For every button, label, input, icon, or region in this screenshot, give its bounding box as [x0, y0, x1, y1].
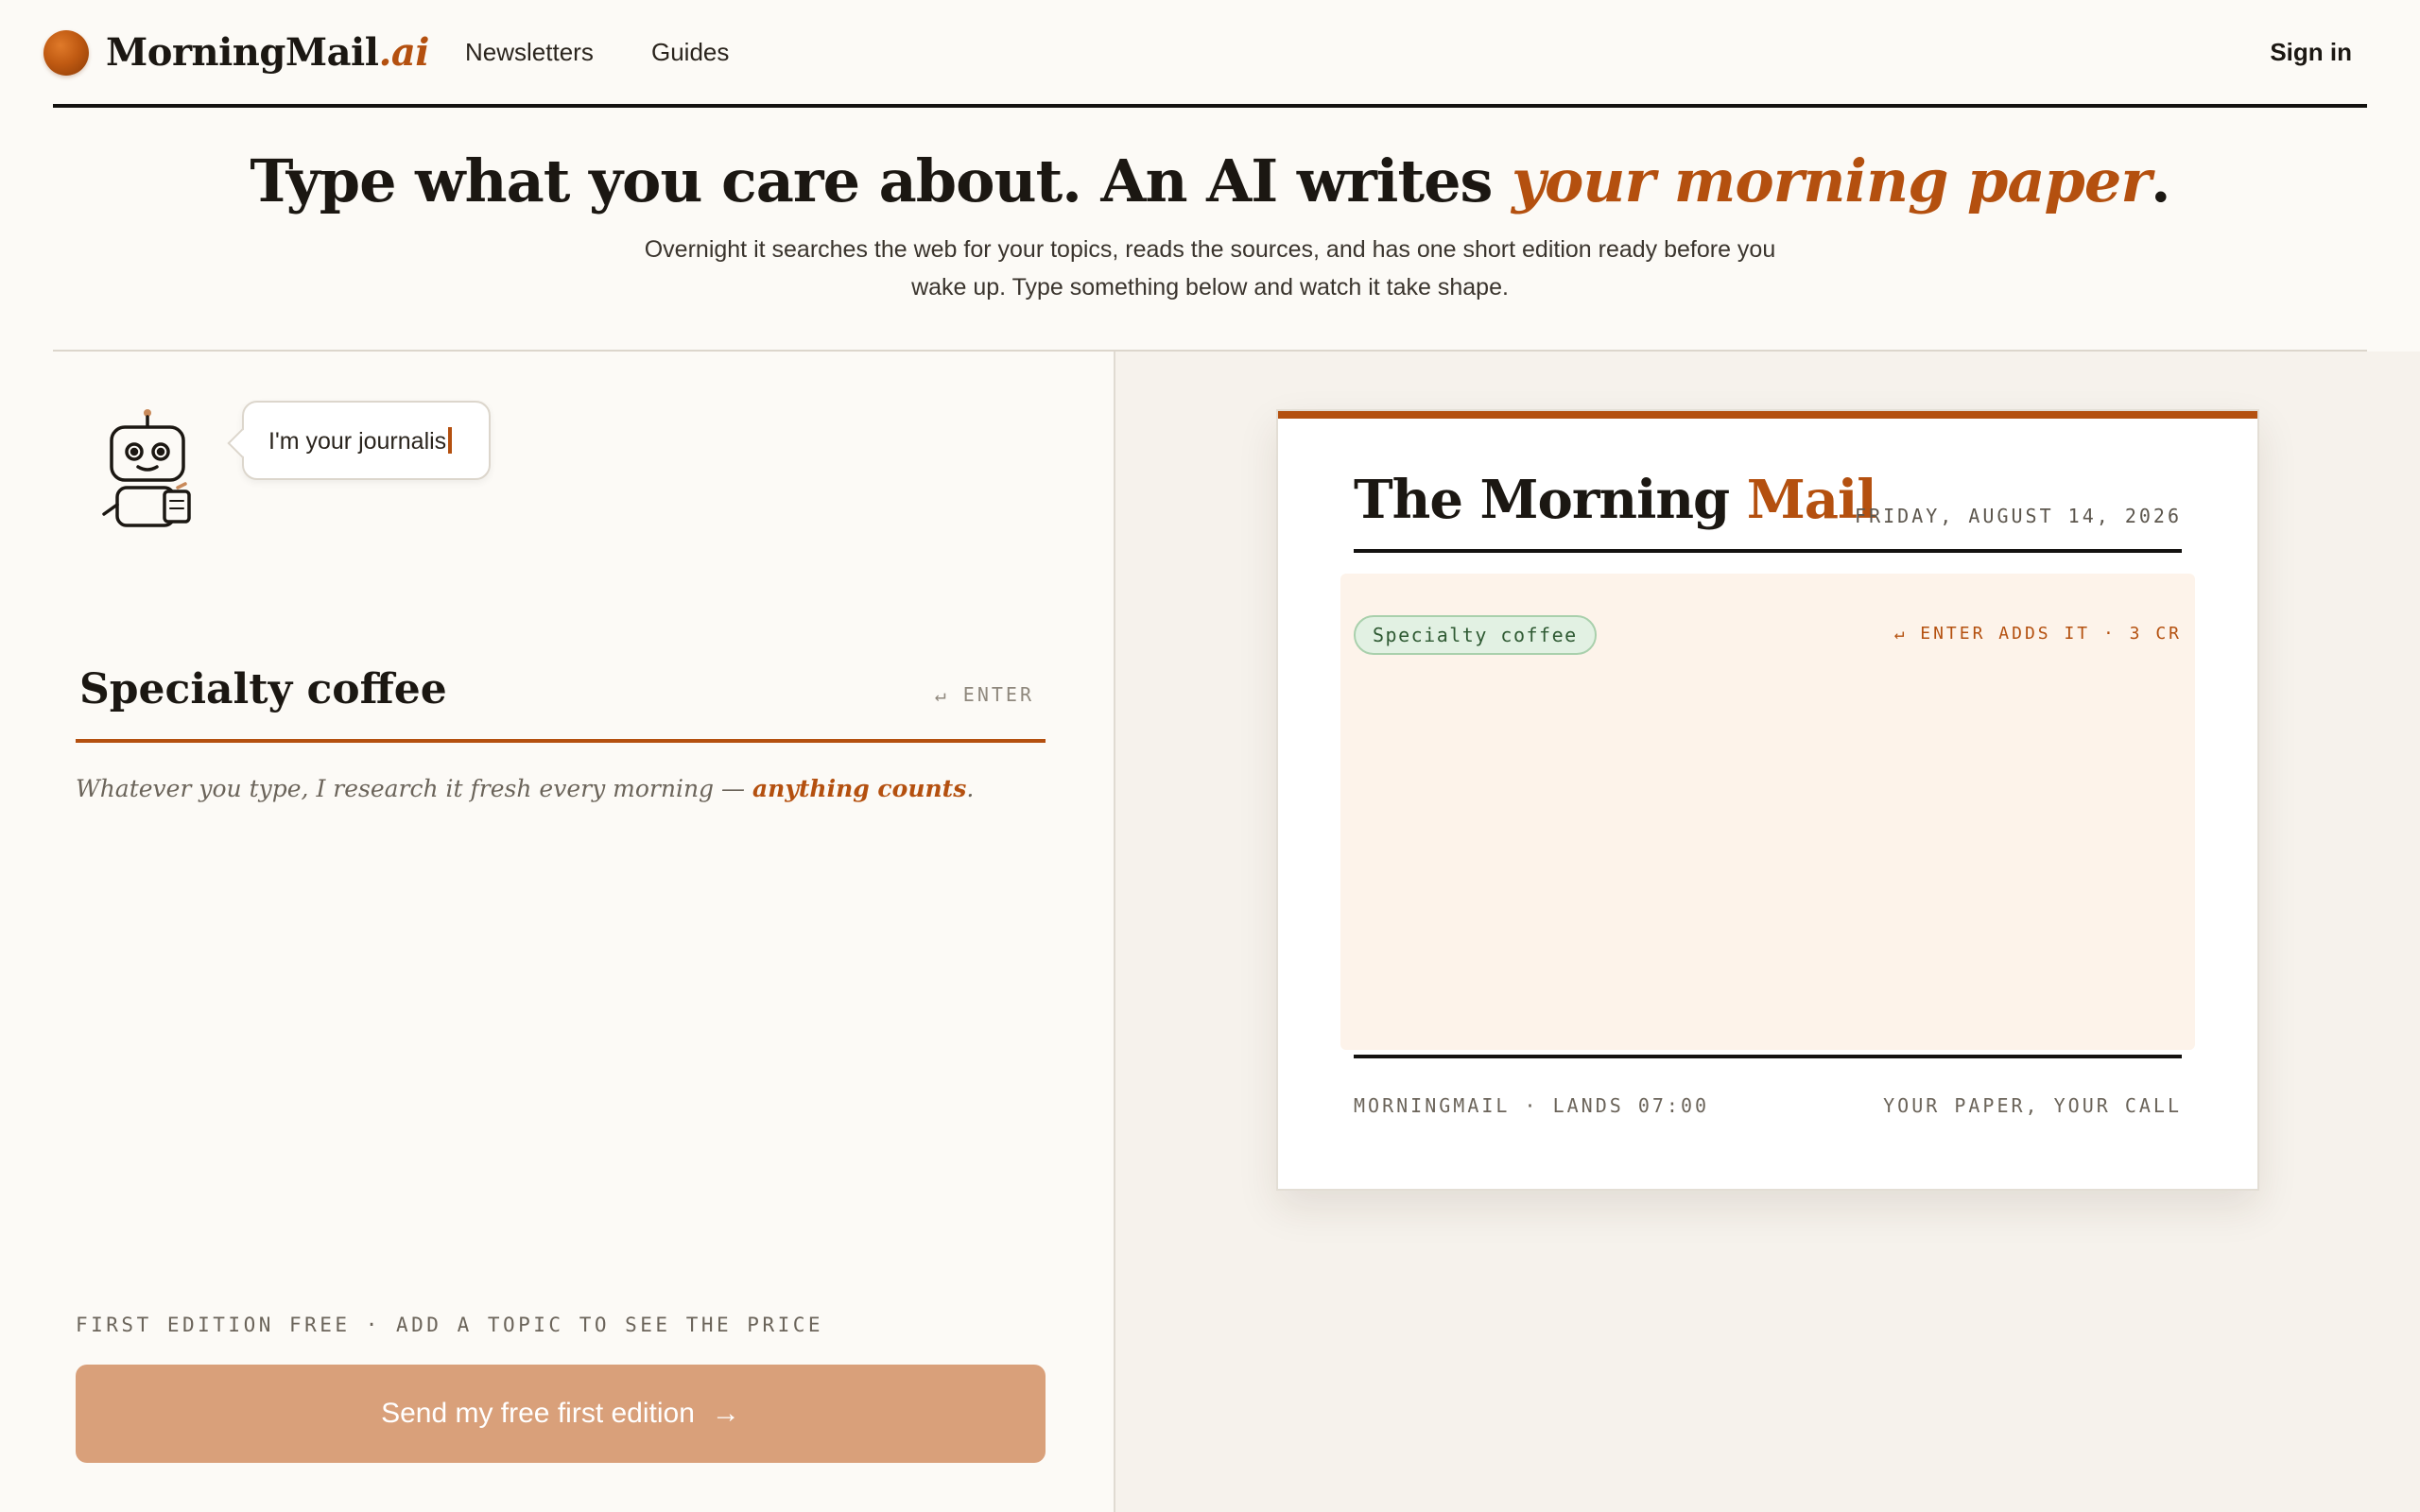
brand-suffix: .ai: [378, 30, 429, 75]
speech-bubble-text: I'm your journalis: [268, 428, 447, 455]
topic-input[interactable]: Specialty coffee ↵ ENTER: [76, 652, 1046, 743]
footer-rule: [1354, 1055, 2182, 1058]
brand-name: MorningMail: [106, 30, 379, 75]
robot-reporter-icon: [102, 409, 191, 527]
paper-masthead: The Morning Mail: [1354, 466, 1877, 534]
anything-counts-link[interactable]: anything counts: [752, 775, 966, 802]
topic-input-value: Specialty coffee: [79, 665, 447, 713]
header-divider: [53, 104, 2367, 108]
paper-footer-right: YOUR PAPER, YOUR CALL: [1883, 1094, 2182, 1117]
hero-subtitle: Overnight it searches the web for your t…: [644, 236, 1776, 301]
masthead-rule: [1354, 549, 2182, 553]
logo-sphere-icon[interactable]: [43, 30, 89, 76]
brand-logo[interactable]: MorningMail.ai: [106, 25, 429, 81]
cta-label: Send my free first edition: [381, 1398, 695, 1429]
sign-in-link[interactable]: Sign in: [2270, 34, 2352, 70]
send-first-edition-button[interactable]: Send my free first edition →: [76, 1365, 1046, 1463]
paper-accent-bar: [1278, 411, 2257, 419]
topic-chip[interactable]: Specialty coffee: [1354, 615, 1597, 655]
nav-link-guides[interactable]: Guides: [651, 34, 729, 70]
paper-masthead-main: The Morning: [1354, 469, 1747, 531]
paper-footer-left: MORNINGMAIL · LANDS 07:00: [1354, 1094, 1710, 1117]
newspaper-preview-card: The Morning Mail FRIDAY, AUGUST 14, 2026…: [1276, 409, 2259, 1191]
topic-helper-text: Whatever you type, I research it fresh e…: [76, 771, 974, 807]
arrow-right-icon: →: [711, 1398, 740, 1429]
hero-headline-accent: your morning paper: [1512, 146, 2152, 215]
hero-headline-end: .: [2151, 146, 2171, 215]
mascot-speech-bubble: I'm your journalis: [242, 401, 491, 480]
typing-caret: [448, 427, 453, 454]
nav-link-newsletters[interactable]: Newsletters: [465, 34, 594, 70]
helper-text-main: Whatever you type, I research it fresh e…: [76, 775, 752, 802]
paper-topics-area: Specialty coffee ↵ ENTER ADDS IT · 3 CR: [1340, 574, 2195, 1050]
hero-headline-main: Type what you care about. An AI writes: [250, 146, 1512, 215]
helper-text-end: .: [966, 775, 975, 802]
enter-adds-hint: ↵ ENTER ADDS IT · 3 CR: [1893, 624, 2182, 644]
paper-date: FRIDAY, AUGUST 14, 2026: [1855, 505, 2182, 527]
hero-headline: Type what you care about. An AI writes y…: [0, 144, 2420, 219]
enter-hint: ↵ ENTER: [934, 683, 1034, 706]
pricing-note: FIRST EDITION FREE · ADD A TOPIC TO SEE …: [76, 1314, 824, 1336]
top-navigation-bar: MorningMail.ai Newsletters Guides Sign i…: [0, 0, 2420, 106]
